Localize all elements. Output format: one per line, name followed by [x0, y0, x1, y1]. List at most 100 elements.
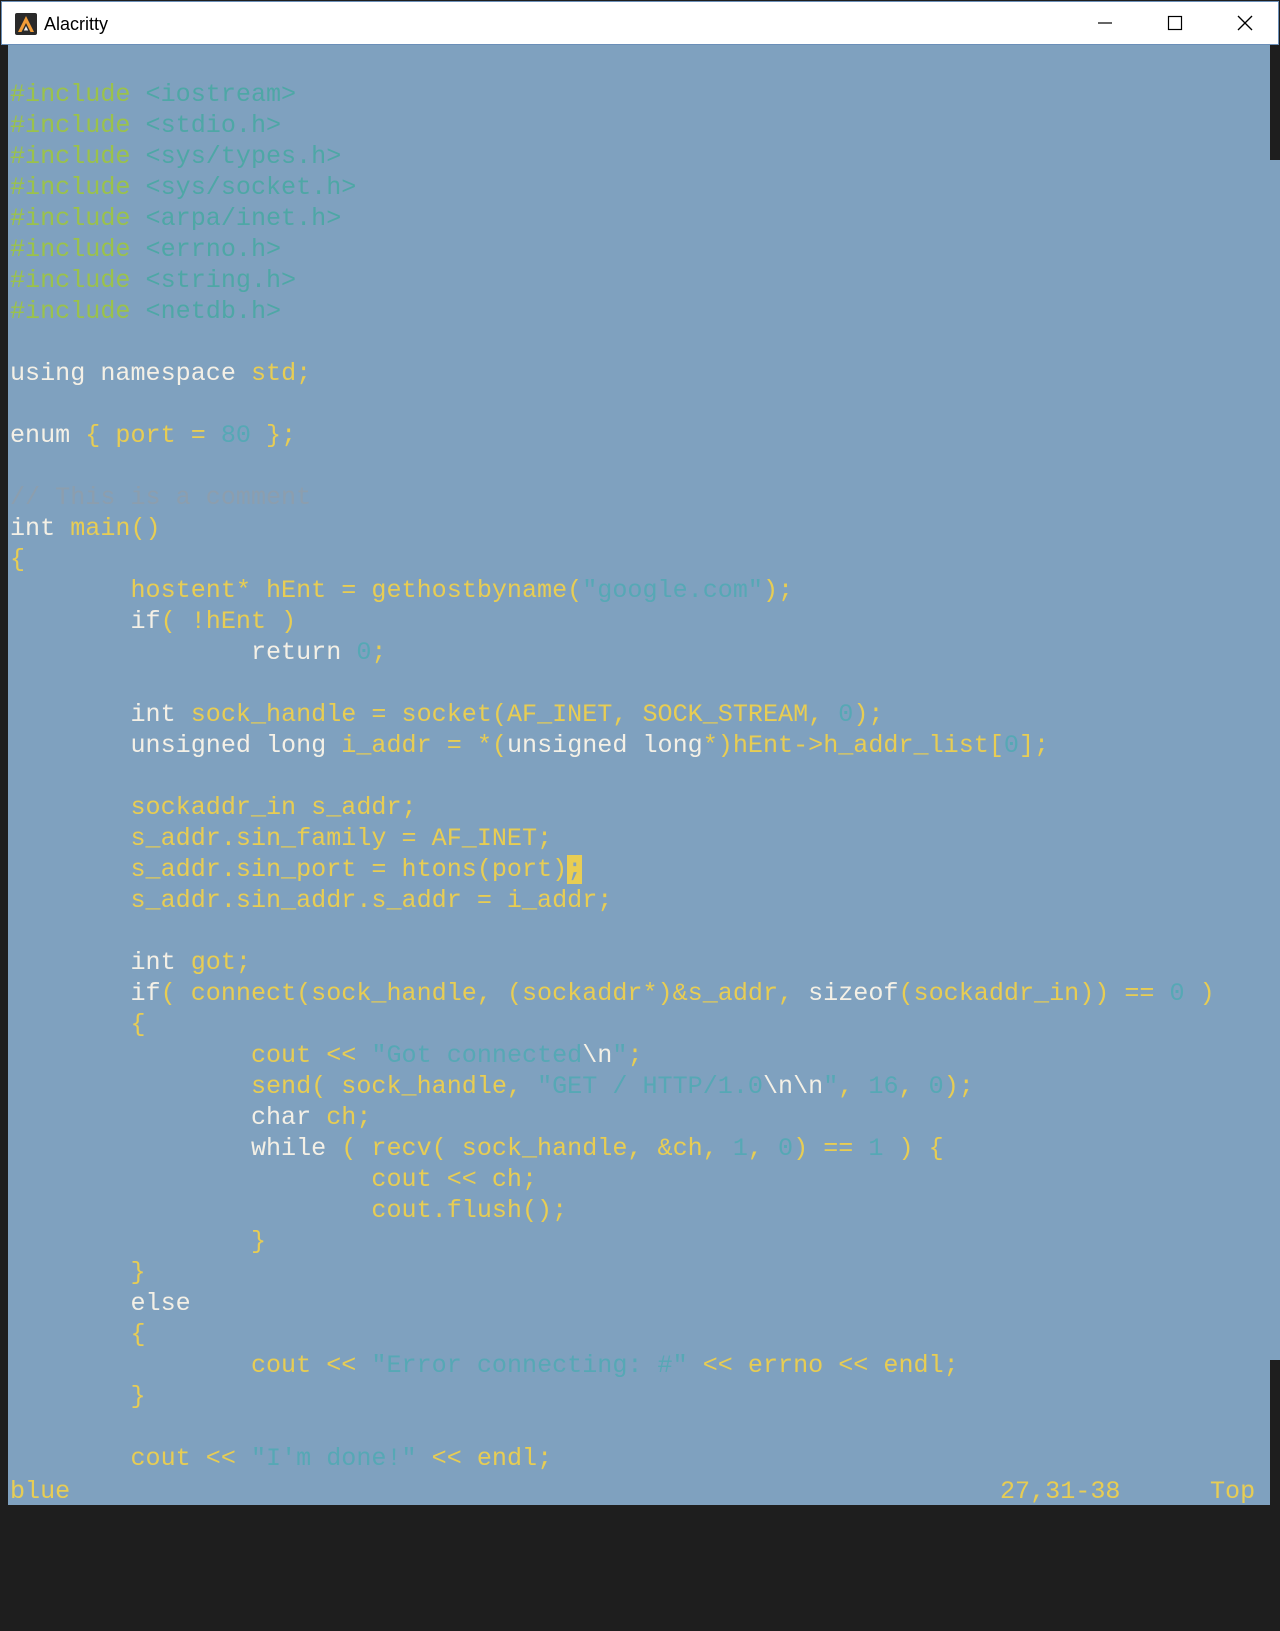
scrollbar[interactable] — [1270, 160, 1280, 1360]
code-line[interactable]: #include <arpa/inet.h> — [10, 203, 1215, 234]
code-line[interactable]: send( sock_handle, "GET / HTTP/1.0\n\n",… — [10, 1071, 1215, 1102]
code-line[interactable]: { — [10, 544, 1215, 575]
code-token: <sys/socket.h> — [145, 173, 357, 202]
code-token: #include — [10, 142, 146, 171]
code-line[interactable] — [10, 1412, 1215, 1443]
code-line[interactable] — [10, 389, 1215, 420]
code-line[interactable] — [10, 668, 1215, 699]
code-line[interactable]: #include <iostream> — [10, 79, 1215, 110]
maximize-button[interactable] — [1140, 2, 1210, 44]
code-token: send( sock_handle, — [10, 1072, 538, 1101]
code-token: unsigned long — [506, 731, 703, 760]
code-line[interactable]: unsigned long i_addr = *(unsigned long*)… — [10, 730, 1215, 761]
code-line[interactable]: #include <string.h> — [10, 265, 1215, 296]
statusline-mode: blue — [10, 1477, 71, 1506]
maximize-icon — [1167, 15, 1183, 31]
code-token: cout << — [10, 1041, 372, 1070]
code-line[interactable]: while ( recv( sock_handle, &ch, 1, 0) ==… — [10, 1133, 1215, 1164]
code-line[interactable]: s_addr.sin_port = htons(port); — [10, 854, 1215, 885]
alacritty-logo-icon — [15, 13, 37, 35]
code-line[interactable]: if( connect(sock_handle, (sockaddr*)&s_a… — [10, 978, 1215, 1009]
title-bar[interactable]: Alacritty — [1, 1, 1279, 45]
code-line[interactable]: else — [10, 1288, 1215, 1319]
code-token: <sys/types.h> — [145, 142, 342, 171]
code-token: main() — [55, 514, 161, 543]
code-line[interactable]: enum { port = 80 }; — [10, 420, 1215, 451]
code-line[interactable]: int got; — [10, 947, 1215, 978]
code-line[interactable]: cout << "I'm done!" << endl; — [10, 1443, 1215, 1474]
code-token: cout << — [10, 1444, 251, 1473]
code-token: char — [10, 1103, 312, 1132]
code-line[interactable]: s_addr.sin_addr.s_addr = i_addr; — [10, 885, 1215, 916]
code-token: using namespace — [10, 359, 236, 388]
minimize-button[interactable] — [1070, 2, 1140, 44]
code-token: "Error connecting: #" — [371, 1351, 688, 1380]
code-token: if — [10, 979, 161, 1008]
code-token: ch; — [311, 1103, 372, 1132]
code-line[interactable]: sockaddr_in s_addr; — [10, 792, 1215, 823]
code-line[interactable] — [10, 451, 1215, 482]
code-token: sizeof — [808, 979, 899, 1008]
code-token: ) — [1184, 979, 1215, 1008]
code-token: i_addr = *( — [326, 731, 507, 760]
code-line[interactable]: } — [10, 1226, 1215, 1257]
code-token: 1 — [732, 1134, 748, 1163]
code-token: int — [10, 948, 176, 977]
code-token: ]; — [1018, 731, 1050, 760]
terminal-area[interactable]: #include <iostream> #include <stdio.h> #in… — [8, 45, 1270, 1506]
code-token: 0 — [1003, 731, 1019, 760]
code-token: 0 — [1169, 979, 1185, 1008]
code-token: got; — [175, 948, 251, 977]
code-line[interactable]: cout << ch; — [10, 1164, 1215, 1195]
code-line[interactable]: #include <stdio.h> — [10, 110, 1215, 141]
code-line[interactable] — [10, 327, 1215, 358]
code-line[interactable]: #include <sys/types.h> — [10, 141, 1215, 172]
code-token: << errno << endl; — [687, 1351, 959, 1380]
code-token: (sockaddr_in)) == — [898, 979, 1170, 1008]
code-line[interactable]: #include <netdb.h> — [10, 296, 1215, 327]
code-line[interactable]: #include <sys/socket.h> — [10, 172, 1215, 203]
code-token: "Got connected — [371, 1041, 583, 1070]
code-token: 80 — [220, 421, 251, 450]
code-line[interactable]: int main() — [10, 513, 1215, 544]
code-line[interactable]: { — [10, 1009, 1215, 1040]
code-token: if — [10, 607, 161, 636]
code-line[interactable]: hostent* hEnt = gethostbyname("google.co… — [10, 575, 1215, 606]
code-line[interactable]: char ch; — [10, 1102, 1215, 1133]
code-token: #include — [10, 235, 146, 264]
code-token: hostent* hEnt = gethostbyname( — [10, 576, 583, 605]
code-token: <errno.h> — [145, 235, 282, 264]
code-token: { port = — [70, 421, 221, 450]
code-line[interactable]: cout.flush(); — [10, 1195, 1215, 1226]
code-token: 16 — [868, 1072, 899, 1101]
code-token: s_addr.sin_addr.s_addr = i_addr; — [10, 886, 613, 915]
code-line[interactable]: s_addr.sin_family = AF_INET; — [10, 823, 1215, 854]
code-token: #include — [10, 111, 146, 140]
code-line[interactable]: } — [10, 1257, 1215, 1288]
code-token: } — [10, 1227, 266, 1256]
close-button[interactable] — [1210, 2, 1280, 44]
code-token: <iostream> — [145, 80, 297, 109]
code-line[interactable]: int sock_handle = socket(AF_INET, SOCK_S… — [10, 699, 1215, 730]
code-token: #include — [10, 204, 146, 233]
code-line[interactable]: { — [10, 1319, 1215, 1350]
code-token: <arpa/inet.h> — [145, 204, 342, 233]
code-token: ) { — [883, 1134, 944, 1163]
code-line[interactable]: using namespace std; — [10, 358, 1215, 389]
code-line[interactable]: } — [10, 1381, 1215, 1412]
code-buffer[interactable]: #include <iostream> #include <stdio.h> #in… — [10, 79, 1215, 1474]
code-token: 1 — [868, 1134, 884, 1163]
code-line[interactable]: #include <errno.h> — [10, 234, 1215, 265]
code-line[interactable] — [10, 761, 1215, 792]
code-token: } — [10, 1382, 146, 1411]
code-line[interactable]: cout << "Got connected\n"; — [10, 1040, 1215, 1071]
code-line[interactable] — [10, 916, 1215, 947]
code-token: ) == — [793, 1134, 869, 1163]
code-line[interactable]: return 0; — [10, 637, 1215, 668]
code-line[interactable]: if( !hEnt ) — [10, 606, 1215, 637]
code-token: }; — [250, 421, 297, 450]
code-line[interactable]: cout << "Error connecting: #" << errno <… — [10, 1350, 1215, 1381]
code-line[interactable]: // This is a comment — [10, 482, 1215, 513]
code-token: { — [10, 1320, 146, 1349]
